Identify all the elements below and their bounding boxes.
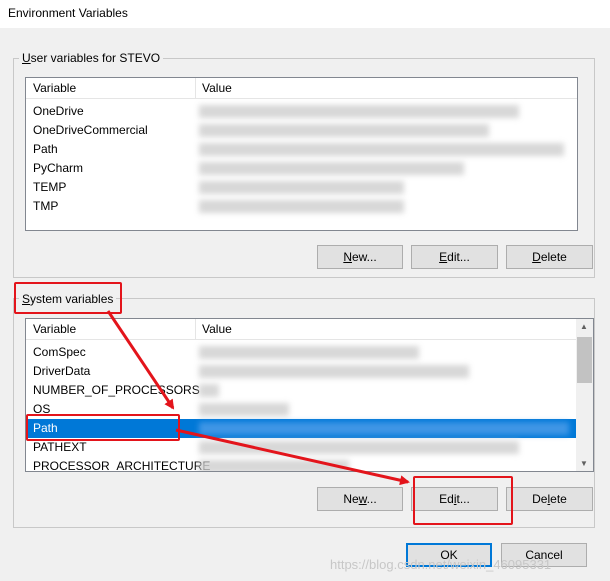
annotation-arrows: [106, 310, 410, 486]
watermark-text: https://blog.csdn.net/weixin_46095331: [330, 557, 552, 572]
arrow-to-path-row: [106, 310, 175, 410]
arrow-to-edit-button: [175, 428, 410, 486]
